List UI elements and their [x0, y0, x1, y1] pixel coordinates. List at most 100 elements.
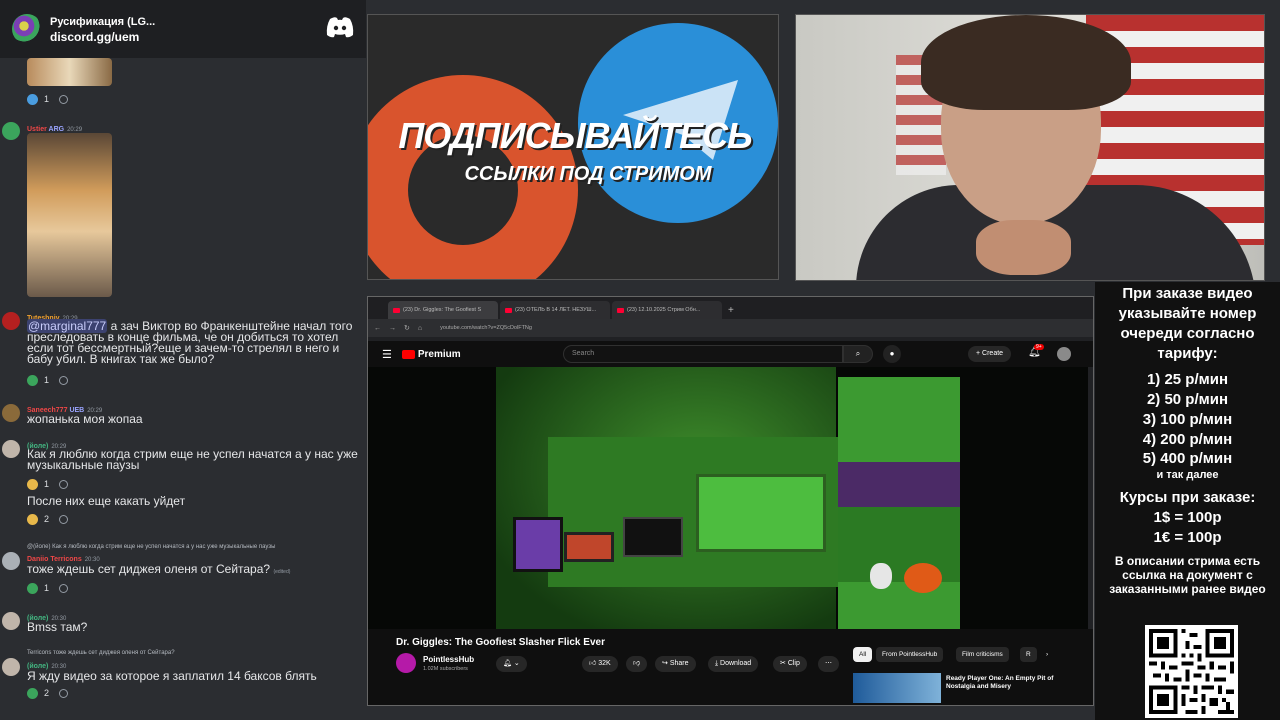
avatar: [2, 658, 20, 676]
browser-tab[interactable]: (23) Dr. Giggles: The Goofiest S: [388, 301, 498, 319]
forward-icon[interactable]: →: [389, 325, 396, 332]
chip-from-channel[interactable]: From PointlessHub: [876, 647, 944, 662]
emoji-icon: [27, 688, 38, 699]
home-icon[interactable]: ⌂: [418, 325, 422, 332]
channel-name[interactable]: PointlessHub: [423, 655, 474, 664]
server-header: Русификация (LG... discord.gg/uem: [0, 0, 366, 58]
message-text: Как я люблю когда стрим еще не успел нач…: [27, 447, 358, 472]
reaction-count: 1: [44, 479, 50, 489]
microphone-icon[interactable]: ●: [883, 345, 901, 363]
tariff-item: 3) 100 р/мин: [1142, 411, 1233, 428]
browser-tab[interactable]: (23) ОТЕЛЬ В 14 ЛЕТ. НЕЗУШ...: [500, 301, 610, 319]
add-reaction-icon[interactable]: [59, 584, 69, 593]
add-reaction-icon[interactable]: [59, 480, 69, 489]
recommended-thumbnail[interactable]: [853, 673, 941, 703]
like-button[interactable]: 👍︎ 32K: [582, 656, 618, 672]
webcam-feed: [795, 14, 1265, 281]
search-icon[interactable]: ⌕: [843, 345, 873, 363]
reaction-count: 1: [44, 583, 50, 593]
reaction[interactable]: 2: [27, 513, 69, 526]
reaction-count: 1: [44, 375, 50, 385]
avatar: [2, 440, 20, 458]
create-button[interactable]: + Create: [968, 346, 1012, 362]
reaction[interactable]: 1: [27, 93, 69, 106]
avatar: [2, 122, 20, 140]
dislike-button[interactable]: 👎︎: [626, 656, 648, 672]
tariff-item: 4) 200 р/мин: [1142, 431, 1233, 448]
emoji-icon: [27, 479, 38, 490]
emoji-icon: [27, 583, 38, 594]
reaction[interactable]: 1: [27, 582, 69, 595]
more-button[interactable]: ⋯: [818, 656, 839, 672]
back-icon[interactable]: ←: [374, 325, 381, 332]
courses-title: Курсы при заказе:: [1119, 489, 1256, 506]
message-text: жопанька моя жопаа: [27, 412, 143, 426]
avatar: [2, 552, 20, 570]
clip-button[interactable]: ✂ Clip: [773, 656, 807, 672]
tariff-etc: и так далее: [1156, 469, 1219, 481]
server-icon: [12, 14, 42, 44]
tariff-item: 1) 25 р/мин: [1146, 371, 1229, 388]
download-button[interactable]: ⤓ Download: [708, 656, 759, 672]
channel-avatar[interactable]: [396, 653, 416, 673]
chat-message: 1: [0, 58, 366, 108]
add-reaction-icon[interactable]: [59, 515, 69, 524]
qr-code[interactable]: [1145, 625, 1238, 718]
order-intro: При заказе видео указывайте номер очеред…: [1118, 285, 1257, 362]
youtube-logo[interactable]: Premium: [401, 349, 461, 360]
reaction[interactable]: 2: [27, 687, 69, 700]
banner-title: ПОДПИСЫВАЙТЕСЬ: [398, 115, 752, 156]
course-item: 1€ = 100р: [1153, 529, 1222, 546]
youtube-icon: [393, 307, 400, 313]
recommended-title[interactable]: Ready Player One: An Empty Pit of Nostal…: [946, 675, 1056, 691]
avatar[interactable]: [1057, 347, 1071, 361]
chat-message: @(йоле) Как я люблю когда стрим еще не у…: [0, 540, 366, 600]
message-text: @marginal777 а зач Виктор во Франкенштей…: [27, 319, 353, 366]
browser-window: (23) Dr. Giggles: The Goofiest S (23) ОТ…: [367, 296, 1094, 706]
discord-chat-overlay: Русификация (LG... discord.gg/uem 1 Usti…: [0, 0, 366, 720]
chip-film-criticisms[interactable]: Film criticisms: [956, 647, 1009, 662]
chip-all[interactable]: All: [853, 647, 873, 662]
share-button[interactable]: ↪ Share: [655, 656, 696, 672]
reload-icon[interactable]: ↻: [404, 324, 410, 332]
server-name: Русификация (LG...: [50, 15, 156, 28]
emoji-icon: [27, 514, 38, 525]
chat-message: Terricons тоже ждешь сет диджея оленя от…: [0, 646, 366, 706]
tariff-item: 2) 50 р/мин: [1146, 391, 1229, 408]
address-bar: ← → ↻ ⌂ youtube.com/watch?v=ZQ5cDolFTNg: [368, 319, 1093, 337]
banner-subtitle: ССЫЛКИ ПОД СТРИМОМ: [464, 163, 712, 185]
chip-more[interactable]: R: [1020, 647, 1037, 662]
emoji-icon: [27, 375, 38, 386]
message-text: Я жду видео за которое я заплатил 14 бак…: [27, 669, 317, 683]
chat-message: (йоле) 20:29 Как я люблю когда стрим еще …: [0, 438, 366, 494]
order-info-panel: При заказе видео указывайте номер очеред…: [1095, 282, 1280, 720]
new-tab-button[interactable]: +: [728, 305, 734, 319]
youtube-icon: [505, 307, 512, 313]
subscribe-banner: ПОДПИСЫВАЙТЕСЬ ССЫЛКИ ПОД СТРИМОМ: [367, 14, 779, 280]
emoji-icon: [27, 94, 38, 105]
search-input[interactable]: Search: [563, 345, 843, 363]
chat-message: Saneech777 UEB 20:29 жопанька моя жопаа: [0, 402, 366, 432]
add-reaction-icon[interactable]: [59, 95, 69, 104]
add-reaction-icon[interactable]: [59, 376, 69, 385]
browser-tab[interactable]: (23) 12.10.2025 Стрим Обн...: [612, 301, 722, 319]
tab-strip: (23) Dr. Giggles: The Goofiest S (23) ОТ…: [368, 297, 1093, 319]
chevron-right-icon[interactable]: ›: [1040, 647, 1054, 662]
avatar: [2, 312, 20, 330]
chat-message: (йоле) 20:30 Bmss там?: [0, 610, 366, 640]
tariff-item: 5) 400 р/мин: [1142, 450, 1233, 467]
menu-icon[interactable]: ☰: [382, 348, 392, 361]
video-player[interactable]: [368, 367, 1088, 629]
description-note: В описании стрима есть ссылка на докумен…: [1109, 554, 1266, 596]
chat-message: Tuteshniy20:29 @marginal777 а зач Виктор…: [0, 310, 366, 390]
notification-badge: 9+: [1034, 344, 1044, 350]
reaction[interactable]: 1: [27, 478, 69, 491]
youtube-header: ☰ Premium Search ⌕ ● + Create 🔔︎ 9+: [368, 341, 1093, 367]
subscribe-bell-button[interactable]: 🔔︎ ⌄: [496, 656, 527, 672]
video-frame-board: [696, 474, 826, 552]
chat-message: После них еще какать уйдет 2: [0, 495, 366, 526]
reply-preview[interactable]: Terricons тоже ждешь сет диджея оленя от…: [27, 647, 175, 660]
reaction[interactable]: 1: [27, 374, 69, 387]
add-reaction-icon[interactable]: [59, 689, 69, 698]
url-field[interactable]: youtube.com/watch?v=ZQ5cDolFTNg: [440, 325, 1087, 331]
